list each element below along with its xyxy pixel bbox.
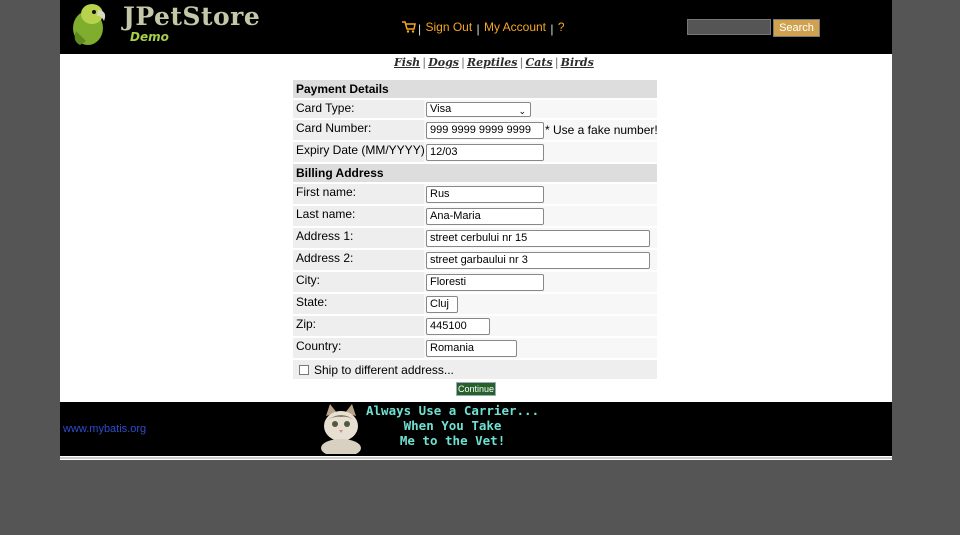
address2-label: Address 2: xyxy=(296,251,354,265)
top-menu: | Sign Out | My Account | ? xyxy=(402,20,565,36)
category-fish-link[interactable]: Fish xyxy=(394,56,420,69)
state-cell: Cluj xyxy=(424,294,657,314)
first-name-input[interactable]: Rus xyxy=(426,186,544,203)
state-input[interactable]: Cluj xyxy=(426,296,458,313)
city-cell: Floresti xyxy=(424,272,657,292)
address1-row: Address 1: street cerbului nr 15 xyxy=(293,228,657,248)
zip-input[interactable]: 445100 xyxy=(426,318,490,335)
zip-cell: 445100 xyxy=(424,316,657,336)
card-type-row: Card Type: Visa ⌄ xyxy=(293,100,657,118)
address2-input[interactable]: street garbaului nr 3 xyxy=(426,252,650,269)
last-name-input[interactable]: Ana-Maria xyxy=(426,208,544,225)
country-cell: Romania xyxy=(424,338,657,358)
help-link[interactable]: ? xyxy=(558,20,565,34)
ship-different-checkbox[interactable] xyxy=(299,365,309,375)
header-bar: JPetStore Demo | Sign Out | My Account |… xyxy=(60,0,892,54)
card-type-value: Visa xyxy=(430,103,452,115)
logo-subtitle: Demo xyxy=(130,30,169,44)
footer-bar: www.mybatis.org Always Use a Carrier... … xyxy=(60,402,892,456)
city-label: City: xyxy=(296,273,320,287)
my-account-link[interactable]: My Account xyxy=(484,20,546,34)
card-number-input[interactable]: 999 9999 9999 9999 xyxy=(426,122,544,139)
fake-number-note: * Use a fake number! xyxy=(545,123,658,137)
billing-address-heading: Billing Address xyxy=(293,164,657,182)
cat-icon xyxy=(321,404,361,454)
first-name-row: First name: Rus xyxy=(293,184,657,204)
address1-cell: street cerbului nr 15 xyxy=(424,228,657,248)
category-separator: | xyxy=(519,56,524,69)
country-input[interactable]: Romania xyxy=(426,340,517,357)
zip-row: Zip: 445100 xyxy=(293,316,657,336)
page-container: JPetStore Demo | Sign Out | My Account |… xyxy=(60,0,892,460)
ship-different-row: Ship to different address... xyxy=(293,360,657,379)
expiry-input[interactable]: 12/03 xyxy=(426,144,544,161)
shopping-cart-icon[interactable] xyxy=(402,21,416,33)
category-nav: Fish | Dogs | Reptiles | Cats | Birds xyxy=(394,56,594,69)
address2-cell: street garbaului nr 3 xyxy=(424,250,657,270)
last-name-label: Last name: xyxy=(296,207,356,221)
card-type-label: Card Type: xyxy=(296,101,355,115)
checkout-form: Payment Details Card Type: Visa ⌄ Card N… xyxy=(293,80,658,379)
last-name-row: Last name: Ana-Maria xyxy=(293,206,657,226)
card-number-cell: 999 9999 9999 9999 * Use a fake number! xyxy=(424,120,658,140)
category-cats-link[interactable]: Cats xyxy=(525,56,552,69)
sign-out-link[interactable]: Sign Out xyxy=(425,20,472,34)
category-separator: | xyxy=(460,56,465,69)
category-birds-link[interactable]: Birds xyxy=(561,56,594,69)
card-type-select[interactable]: Visa ⌄ xyxy=(426,102,531,117)
card-number-label: Card Number: xyxy=(296,121,372,135)
city-input[interactable]: Floresti xyxy=(426,274,544,291)
chevron-down-icon: ⌄ xyxy=(518,106,526,116)
card-type-cell: Visa ⌄ xyxy=(424,100,657,118)
category-separator: | xyxy=(554,56,559,69)
parrot-icon xyxy=(73,4,106,45)
ship-different-label: Ship to different address... xyxy=(314,363,454,377)
expiry-cell: 12/03 xyxy=(424,142,657,162)
country-label: Country: xyxy=(296,339,342,353)
logo-title: JPetStore xyxy=(123,2,261,31)
first-name-cell: Rus xyxy=(424,184,657,204)
menu-separator: | xyxy=(418,22,422,36)
expiry-label: Expiry Date (MM/YYYY): xyxy=(296,143,429,157)
footer-divider xyxy=(60,457,892,459)
banner-text: Always Use a Carrier... When You Take Me… xyxy=(366,403,540,448)
last-name-cell: Ana-Maria xyxy=(424,206,657,226)
category-dogs-link[interactable]: Dogs xyxy=(428,56,459,69)
category-reptiles-link[interactable]: Reptiles xyxy=(467,56,517,69)
address1-label: Address 1: xyxy=(296,229,354,243)
state-row: State: Cluj xyxy=(293,294,657,314)
menu-separator: | xyxy=(476,22,480,36)
jpetstore-logo[interactable]: JPetStore Demo xyxy=(68,1,260,47)
state-label: State: xyxy=(296,295,328,309)
payment-details-heading: Payment Details xyxy=(293,80,657,98)
mybatis-link[interactable]: www.mybatis.org xyxy=(63,423,146,435)
search-button[interactable]: Search xyxy=(773,19,820,37)
address2-row: Address 2: street garbaului nr 3 xyxy=(293,250,657,270)
zip-label: Zip: xyxy=(296,317,317,331)
continue-button[interactable]: Continue xyxy=(456,382,496,396)
country-row: Country: Romania xyxy=(293,338,657,358)
expiry-row: Expiry Date (MM/YYYY): 12/03 xyxy=(293,142,657,162)
category-separator: | xyxy=(422,56,427,69)
card-number-row: Card Number: 999 9999 9999 9999 * Use a … xyxy=(293,120,658,140)
vet-banner[interactable]: Always Use a Carrier... When You Take Me… xyxy=(318,402,548,454)
menu-separator: | xyxy=(550,22,554,36)
city-row: City: Floresti xyxy=(293,272,657,292)
first-name-label: First name: xyxy=(296,185,357,199)
search-input[interactable] xyxy=(687,19,771,35)
address1-input[interactable]: street cerbului nr 15 xyxy=(426,230,650,247)
